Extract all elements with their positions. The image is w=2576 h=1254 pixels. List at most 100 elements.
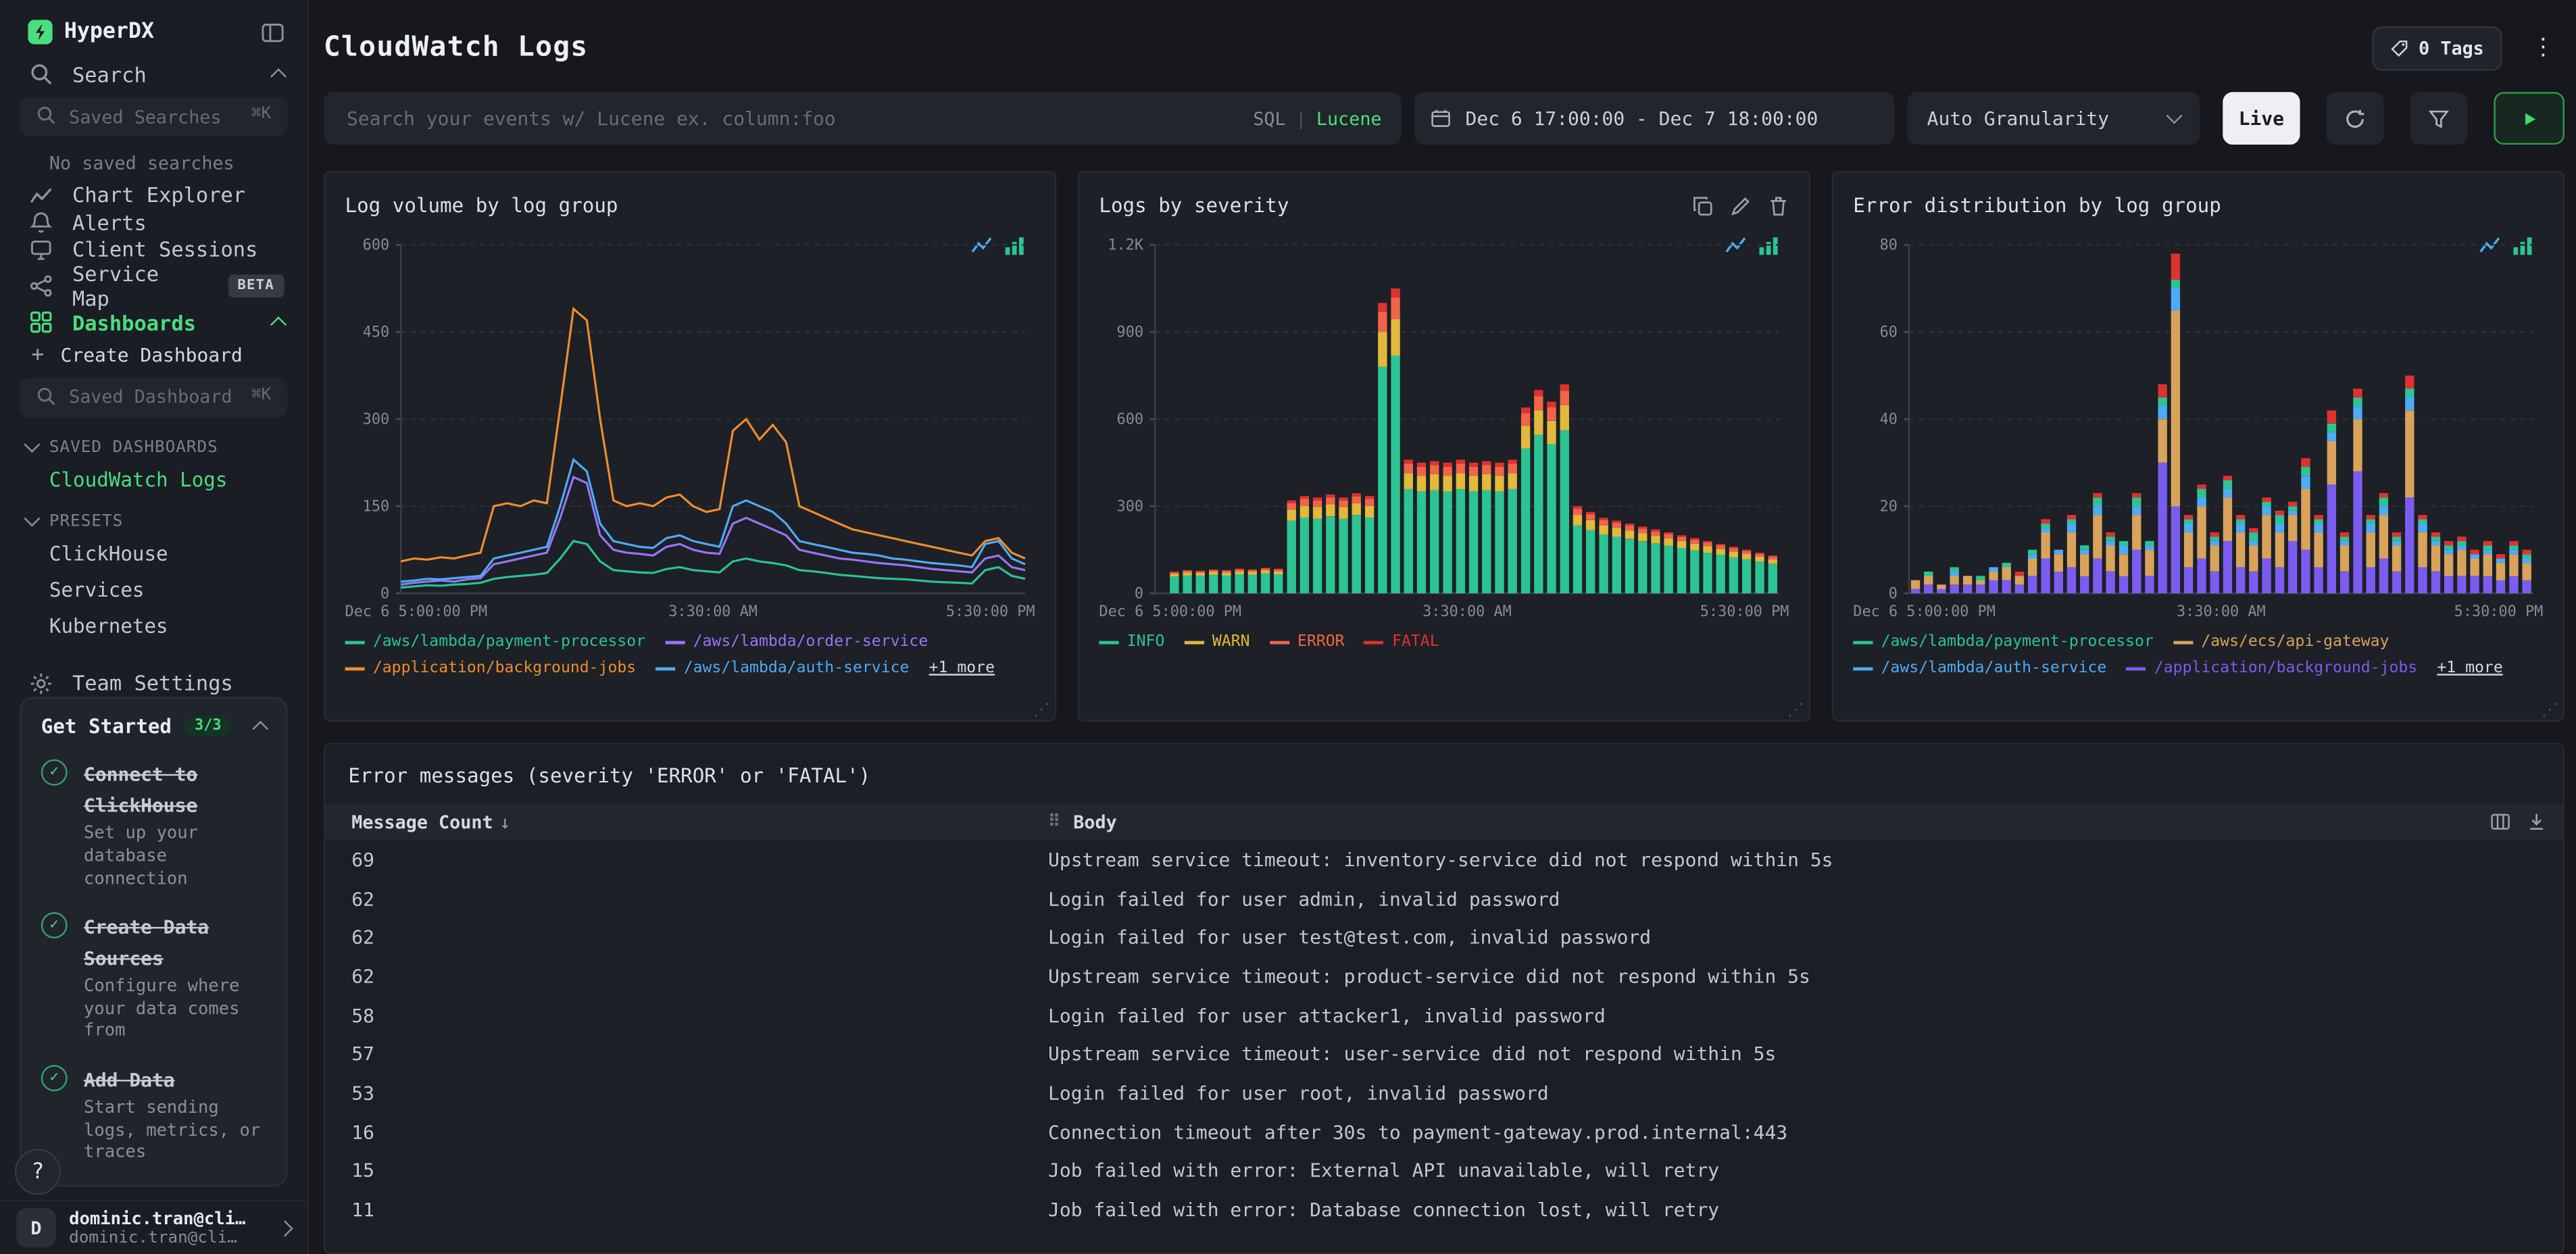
delete-trash-icon[interactable]: [1768, 195, 1789, 216]
legend-item[interactable]: /aws/ecs/api-gateway: [2173, 631, 2389, 653]
svg-text:0: 0: [1889, 585, 1898, 602]
dashboard-menu-button[interactable]: ⋮: [2522, 34, 2565, 61]
legend-item[interactable]: /application/background-jobs: [2126, 658, 2417, 680]
legend-dash: [1853, 640, 1873, 644]
column-header-message-count[interactable]: Message Count ↓: [325, 811, 1048, 832]
sort-desc-icon: ↓: [499, 811, 511, 833]
download-icon[interactable]: [2527, 812, 2546, 832]
get-started-progress-badge: 3/3: [184, 717, 232, 737]
get-started-item[interactable]: ✓ Connect to ClickHouse Set up your data…: [41, 757, 266, 891]
legend-item[interactable]: /aws/lambda/auth-service: [1853, 658, 2106, 680]
event-search-input[interactable]: [343, 105, 1240, 132]
cell-message-count: 62: [351, 964, 374, 988]
sidebar-item-team-settings[interactable]: Team Settings: [0, 670, 307, 697]
bell-icon: [28, 211, 52, 234]
resize-handle-icon[interactable]: ⋰: [1033, 702, 1049, 720]
legend-item[interactable]: WARN: [1184, 631, 1250, 653]
sql-toggle[interactable]: SQL: [1253, 107, 1285, 129]
duplicate-icon[interactable]: [1692, 195, 1714, 216]
cell-message-count: 53: [351, 1081, 374, 1105]
get-started-header[interactable]: Get Started 3/3: [41, 716, 269, 738]
chevron-down-icon: [24, 510, 41, 528]
sidebar-item-label: Alerts: [72, 209, 147, 235]
lucene-toggle[interactable]: Lucene: [1316, 107, 1382, 129]
hyperdx-logo-icon: [28, 20, 53, 45]
sidebar-item-label: Search: [72, 61, 147, 87]
sidebar-collapse-icon[interactable]: [262, 20, 284, 43]
sidebar-item-dashboards[interactable]: Dashboards: [0, 309, 307, 336]
error-distribution-chart[interactable]: 0 20 40 60 80 Dec 6 5:00:00 PM 3:30:00 AM 5:30:…: [1853, 225, 2543, 623]
run-query-button[interactable]: [2494, 92, 2565, 145]
create-dashboard-button[interactable]: + Create Dashboard: [0, 343, 307, 368]
legend-more-link[interactable]: +1 more: [929, 658, 995, 680]
svg-text:60: 60: [1880, 324, 1898, 341]
legend-more-link[interactable]: +1 more: [2437, 658, 2502, 680]
sidebar-item-clickhouse[interactable]: ClickHouse: [0, 535, 307, 572]
table-row[interactable]: 69 Upstream service timeout: inventory-se…: [325, 840, 2562, 879]
edit-pencil-icon[interactable]: [1730, 195, 1752, 216]
refresh-button[interactable]: [2326, 92, 2384, 145]
saved-dashboards-group-header[interactable]: SAVED DASHBOARDS: [0, 424, 307, 461]
legend-item[interactable]: FATAL: [1364, 631, 1439, 653]
resize-handle-icon[interactable]: ⋰: [2542, 702, 2558, 720]
sidebar-item-alerts[interactable]: Alerts: [0, 209, 307, 236]
get-started-item[interactable]: ✓ Create Data Sources Configure where yo…: [41, 909, 266, 1044]
charts-row: Log volume by log group 0 150 300 450 600 Dec…: [323, 170, 2565, 722]
sidebar-item-kubernetes[interactable]: Kubernetes: [0, 607, 307, 644]
sidebar-item-chart-explorer[interactable]: Chart Explorer: [0, 182, 307, 209]
sidebar-item-service-map[interactable]: Service Map BETA: [0, 261, 307, 311]
table-row[interactable]: 57 Upstream service timeout: user-service…: [325, 1034, 2562, 1074]
legend-dash: [345, 640, 365, 644]
legend-item[interactable]: /aws/lambda/auth-service: [655, 658, 909, 680]
legend-item[interactable]: /aws/lambda/payment-processor: [345, 631, 645, 653]
table-row[interactable]: 58 Login failed for user attacker1, inval…: [325, 995, 2562, 1034]
table-row[interactable]: 62 Login failed for user test@test.com, i…: [325, 918, 2562, 957]
cell-message-count: 11: [351, 1198, 374, 1222]
logs-by-severity-chart[interactable]: 0 300 600 900 1.2K Dec 6 5:00:00 PM 3:30:00 AM…: [1099, 225, 1789, 623]
filter-button[interactable]: [2410, 92, 2468, 145]
table-columns-icon[interactable]: [2491, 812, 2510, 832]
legend-item[interactable]: /application/background-jobs: [345, 658, 637, 680]
get-started-item[interactable]: ✓ Add Data Start sending logs, metrics, …: [41, 1062, 266, 1165]
presets-group-header[interactable]: PRESETS: [0, 497, 307, 535]
table-row[interactable]: 62 Upstream service timeout: product-serv…: [325, 957, 2562, 996]
user-menu[interactable]: D dominic.tran@clic... dominic.tran@clic…: [0, 1199, 307, 1254]
legend-label: /application/background-jobs: [372, 659, 637, 678]
cell-body: Login failed for user test@test.com, inv…: [1048, 926, 1652, 949]
svg-text:0: 0: [1135, 585, 1143, 602]
legend-label: INFO: [1126, 632, 1165, 651]
help-button[interactable]: ?: [14, 1149, 61, 1195]
saved-dashboards-input[interactable]: [20, 377, 288, 418]
chart-panel-log-volume: Log volume by log group 0 150 300 450 600 Dec…: [323, 170, 1057, 722]
table-row[interactable]: 53 Login failed for user root, invalid pa…: [325, 1074, 2562, 1113]
live-button[interactable]: Live: [2223, 92, 2300, 145]
legend-item[interactable]: /aws/lambda/payment-processor: [1853, 631, 2154, 653]
table-row[interactable]: 62 Login failed for user admin, invalid p…: [325, 879, 2562, 918]
column-header-body[interactable]: ⠿ Body: [1048, 811, 2491, 832]
legend-item[interactable]: INFO: [1099, 631, 1164, 653]
time-range-picker[interactable]: Dec 6 17:00:00 - Dec 7 18:00:00: [1414, 92, 1895, 145]
table-header: Message Count ↓ ⠿ Body: [325, 803, 2563, 841]
table-row[interactable]: 11 Job failed with error: Database connec…: [325, 1190, 2562, 1230]
table-row[interactable]: 16 Connection timeout after 30s to paymen…: [325, 1112, 2562, 1151]
sidebar-item-client-sessions[interactable]: Client Sessions: [0, 236, 307, 263]
search-icon: [28, 63, 52, 86]
sidebar-item-search[interactable]: Search: [0, 61, 307, 88]
table-row[interactable]: 15 Job failed with error: External API un…: [325, 1151, 2562, 1190]
get-started-item-desc: Start sending logs, metrics, or traces: [83, 1098, 261, 1163]
sidebar-item-services[interactable]: Services: [0, 572, 307, 608]
log-volume-chart[interactable]: 0 150 300 450 600 Dec 6 5:00:00 PM 3:30:00 AM 5…: [345, 225, 1035, 623]
user-email: dominic.tran@clickh...: [69, 1228, 247, 1247]
drag-handle-icon[interactable]: ⠿: [1048, 813, 1060, 831]
legend-item[interactable]: ERROR: [1269, 631, 1345, 653]
sidebar-item-cloudwatch-logs[interactable]: CloudWatch Logs: [0, 461, 307, 498]
legend-item[interactable]: /aws/lambda/order-service: [665, 631, 928, 653]
tags-button[interactable]: 0 Tags: [2373, 25, 2502, 70]
saved-searches-input[interactable]: [20, 97, 288, 138]
resize-handle-icon[interactable]: ⋰: [1787, 702, 1804, 720]
legend-label: /aws/lambda/auth-service: [683, 659, 910, 678]
chevron-up-icon: [270, 316, 287, 333]
legend-label: ERROR: [1297, 632, 1345, 651]
granularity-select[interactable]: Auto Granularity: [1907, 92, 2200, 145]
toggle-divider: |: [1295, 107, 1307, 129]
